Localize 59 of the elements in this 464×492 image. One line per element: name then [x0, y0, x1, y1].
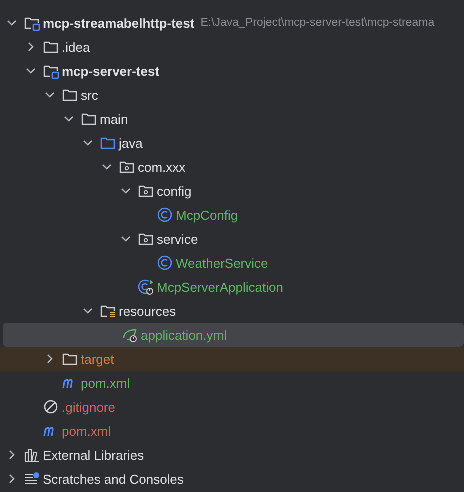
item-label: WeatherService [176, 256, 268, 270]
tree-row[interactable]: config [0, 179, 464, 203]
tree-row[interactable]: pom.xml [0, 419, 464, 443]
prohibited-icon [43, 399, 59, 415]
tree-row[interactable]: WeatherService [0, 251, 464, 275]
item-label: .idea [62, 40, 90, 54]
item-label: McpServerApplication [157, 280, 284, 294]
tree-row[interactable]: main [0, 107, 464, 131]
item-label: java [119, 136, 143, 150]
scratches-icon [24, 471, 40, 487]
item-label: McpConfig [176, 208, 238, 222]
library-icon [24, 447, 40, 463]
package-folder-icon [138, 183, 154, 199]
module-folder-icon [43, 63, 59, 79]
tree-row[interactable]: External Libraries [0, 443, 464, 467]
item-label: External Libraries [43, 448, 144, 462]
tree-row[interactable]: .idea [0, 35, 464, 59]
tree-row[interactable]: resources [0, 299, 464, 323]
class-icon [157, 255, 173, 271]
item-label: src [81, 88, 98, 102]
item-label: mcp-streamabelhttp-test [43, 16, 195, 30]
tree-row[interactable]: pom.xml [0, 371, 464, 395]
tree-row[interactable]: mcp-server-test [0, 59, 464, 83]
folder-icon [43, 39, 59, 55]
item-label: Scratches and Consoles [43, 472, 184, 486]
item-label: main [100, 112, 128, 126]
item-label: resources [119, 304, 176, 318]
tree-row[interactable]: java [0, 131, 464, 155]
class-icon [157, 207, 173, 223]
tree-row[interactable]: service [0, 227, 464, 251]
item-label: mcp-server-test [62, 64, 160, 78]
tree-row[interactable]: src [0, 83, 464, 107]
item-label: service [157, 232, 198, 246]
tree-row[interactable]: McpServerApplication [0, 275, 464, 299]
item-label: config [157, 184, 192, 198]
folder-icon [81, 111, 97, 127]
item-label: pom.xml [62, 424, 112, 438]
module-folder-icon [24, 15, 40, 31]
package-folder-icon [119, 159, 135, 175]
item-label: com.xxx [138, 160, 186, 174]
tree-row[interactable]: McpConfig [0, 203, 464, 227]
folder-icon [62, 87, 78, 103]
spring-leaf-icon [122, 327, 138, 343]
tree-row[interactable]: Scratches and Consoles [0, 467, 464, 491]
application-class-icon [138, 279, 154, 295]
ignored-tree-row[interactable]: target [0, 347, 464, 371]
folder-icon [100, 135, 116, 151]
project-path: E:\Java_Project\mcp-server-test\mcp-streama [200, 17, 435, 29]
folder-icon [62, 351, 78, 367]
tree-row[interactable]: .gitignore [0, 395, 464, 419]
resources-folder-icon [100, 303, 116, 319]
item-label: target [81, 352, 114, 366]
selected-tree-row[interactable]: application.yml [3, 323, 464, 347]
tree-row[interactable]: mcp-streamabelhttp-test E:\Java_Project\mcp-server-test\mcp-streama [0, 11, 464, 35]
item-label: .gitignore [62, 400, 116, 414]
item-label: pom.xml [81, 376, 130, 390]
tree-row[interactable]: com.xxx [0, 155, 464, 179]
package-folder-icon [138, 231, 154, 247]
item-label: application.yml [141, 328, 227, 342]
